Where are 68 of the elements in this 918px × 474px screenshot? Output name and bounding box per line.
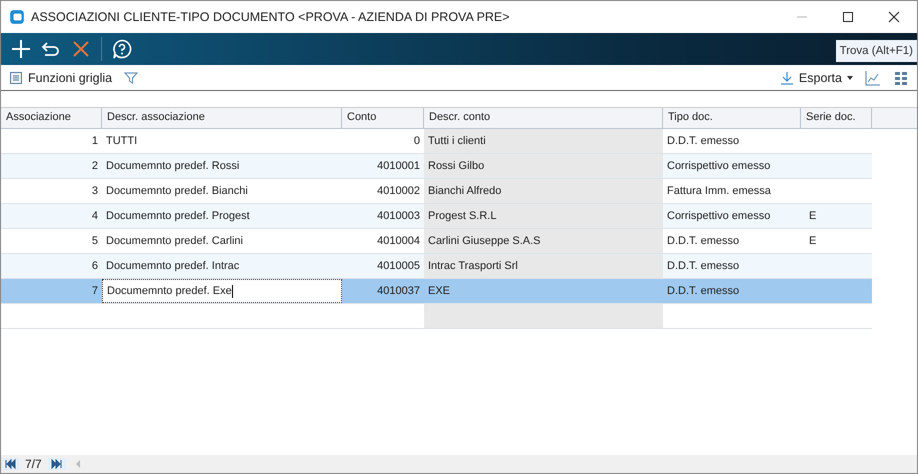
table-cell: Documemnto predef. Exe [107, 285, 232, 297]
table-cell: 4010002 [377, 185, 420, 197]
table-cell: Rossi Gilbo [428, 160, 484, 172]
table-cell: 4010005 [377, 260, 420, 272]
tooltip: Trova (Alt+F1) [836, 40, 917, 62]
table-cell: 4010004 [377, 235, 420, 247]
table-cell: 5 [92, 235, 98, 247]
filter-icon[interactable] [124, 70, 138, 84]
table-cell: Bianchi Alfredo [428, 185, 502, 197]
table-cell: D.D.T. emesso [667, 260, 740, 272]
download-icon [780, 70, 794, 84]
table-cell: Documemnto predef. Intrac [106, 260, 240, 272]
table-cell: 4010003 [377, 210, 420, 222]
help-icon[interactable] [112, 39, 132, 59]
table-cell: Corrispettivo emesso [667, 210, 770, 222]
table-cell: Fattura Imm. emessa [667, 185, 771, 197]
table-row[interactable]: 1 TUTTI 0 Tutti i clienti D.D.T. emesso [1, 129, 872, 154]
table-cell: 2 [92, 160, 98, 172]
table-cell: Documemnto predef. Rossi [106, 160, 240, 172]
table-cell: 4010001 [377, 160, 420, 172]
table-cell: 6 [92, 260, 98, 272]
grid-functions-button[interactable]: Funzioni griglia [9, 70, 112, 84]
table-row[interactable]: 6 Documemnto predef. Intrac 4010005 Intrac Trasporti Srl D.D.T. emesso [1, 254, 872, 279]
table-cell: Documemnto predef. Carlini [106, 235, 243, 247]
table-cell: Intrac Trasporti Srl [428, 260, 518, 272]
column-header[interactable]: Tipo doc. [663, 108, 801, 128]
add-icon[interactable] [11, 39, 31, 59]
first-page-icon[interactable] [1, 458, 19, 470]
table-row[interactable]: 7 Documemnto predef. Exe 4010037 EXE D.D.T. emesso [1, 279, 872, 304]
table-cell: Carlini Giuseppe S.A.S [428, 235, 540, 247]
table-cell: D.D.T. emesso [667, 235, 740, 247]
table-row[interactable]: 5 Documemnto predef. Carlini 4010004 Carlini Giuseppe S.A.S D.D.T. emesso E [1, 229, 872, 254]
last-page-icon[interactable] [48, 458, 66, 470]
table-cell: Progest S.R.L [428, 210, 496, 222]
column-header[interactable]: Conto [342, 108, 424, 128]
table-cell: Tutti i clienti [428, 135, 486, 147]
text-cursor [232, 284, 233, 298]
table-cell: 7 [92, 285, 98, 297]
table-cell: Documemnto predef. Progest [106, 210, 250, 222]
table-cell: D.D.T. emesso [667, 135, 740, 147]
caret-icon [847, 76, 853, 80]
app-logo-icon [9, 9, 25, 25]
table-cell: EXE [428, 285, 450, 297]
table-cell: 0 [414, 135, 420, 147]
table-cell: D.D.T. emesso [667, 285, 740, 297]
table-row[interactable]: 4 Documemnto predef. Progest 4010003 Progest S.R.L Corrispettivo emesso E [1, 204, 872, 229]
table-row[interactable]: 2 Documemnto predef. Rossi 4010001 Rossi Gilbo Corrispettivo emesso [1, 154, 872, 179]
window-title: ASSOCIAZIONI CLIENTE-TIPO DOCUMENTO <PROVA - AZIENDA DI PROVA PRE> [31, 10, 510, 24]
table-cell-text: E [808, 210, 816, 222]
column-header[interactable]: Associazione [1, 108, 102, 128]
table-cell: TUTTI [106, 135, 138, 147]
grid-layout-icon[interactable] [893, 70, 909, 86]
table-cell: 1 [92, 135, 98, 147]
table-row[interactable]: 3 Documemnto predef. Bianchi 4010002 Bianchi Alfredo Fattura Imm. emessa [1, 179, 872, 204]
table-cell: Documemnto predef. Bianchi [106, 185, 248, 197]
export-button[interactable]: Esporta [780, 70, 853, 84]
table-cell-text: E [808, 235, 816, 247]
record-position: 7/7 [24, 457, 43, 471]
chart-icon[interactable] [865, 70, 881, 86]
column-header[interactable]: Descr. associazione [102, 108, 342, 128]
list-icon [9, 70, 23, 84]
table-cell: 3 [92, 185, 98, 197]
table-cell: 4 [92, 210, 98, 222]
column-header[interactable]: Descr. conto [424, 108, 663, 128]
table-cell: 4010037 [377, 285, 420, 297]
delete-icon[interactable] [71, 39, 91, 59]
table-cell: Corrispettivo emesso [667, 160, 770, 172]
column-header[interactable]: Serie doc. [801, 108, 872, 128]
